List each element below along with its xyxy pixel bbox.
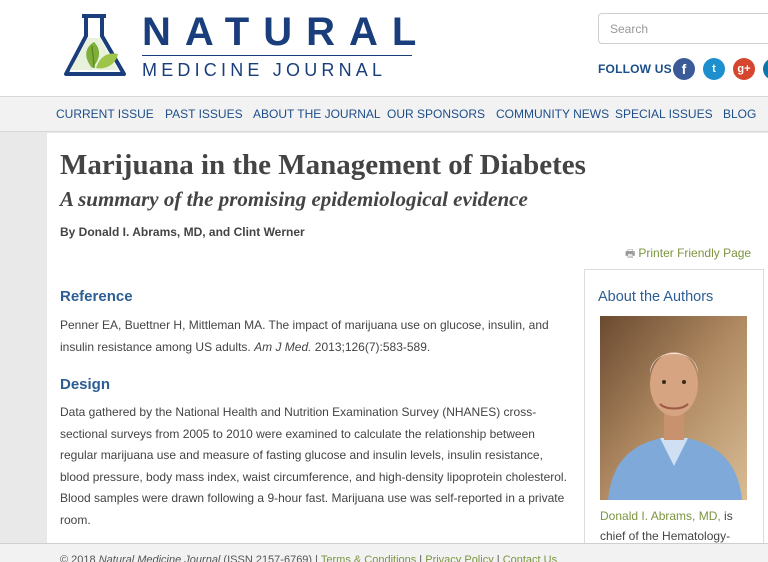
reference-text: Penner EA, Buettner H, Mittleman MA. The… [60, 315, 570, 358]
search-input[interactable] [598, 13, 768, 44]
article-subtitle: A summary of the promising epidemiologic… [60, 187, 528, 211]
article-content: Marijuana in the Management of Diabetes … [47, 133, 768, 543]
article-byline: By Donald I. Abrams, MD, and Clint Werne… [60, 225, 305, 239]
flask-leaf-logo-icon[interactable] [62, 12, 136, 80]
site-footer: © 2018 Natural Medicine Journal (ISSN 21… [0, 543, 768, 562]
design-text: Data gathered by the National Health and… [60, 405, 567, 527]
design-heading: Design [60, 376, 111, 393]
about-authors-panel: About the Authors Donald I. Abrams, MD, … [584, 269, 764, 543]
nav-about-the-journal[interactable]: ABOUT THE JOURNAL [253, 107, 381, 121]
author-photo [600, 316, 747, 500]
about-authors-heading: About the Authors [598, 289, 714, 305]
nav-past-issues[interactable]: PAST ISSUES [165, 107, 243, 121]
logo-subtitle[interactable]: MEDICINE JOURNAL [142, 60, 386, 80]
printer-friendly-label[interactable]: Printer Friendly Page [638, 246, 751, 260]
main-nav: CURRENT ISSUE PAST ISSUES ABOUT THE JOUR… [0, 96, 768, 132]
twitter-icon[interactable]: t [703, 58, 725, 80]
nav-our-sponsors[interactable]: OUR SPONSORS [387, 107, 485, 121]
author-bio: Donald I. Abrams, MD, is chief of the He… [600, 506, 755, 543]
footer-separator: | [493, 554, 503, 562]
logo-divider [142, 55, 412, 56]
footer-journal-name: Natural Medicine Journal [98, 554, 221, 562]
contact-link[interactable]: Contact Us [503, 554, 557, 562]
author-name-link[interactable]: Donald I. Abrams, MD, [600, 509, 721, 523]
footer-text: © 2018 Natural Medicine Journal (ISSN 21… [60, 554, 557, 562]
nav-blog[interactable]: BLOG [723, 107, 756, 121]
nav-special-issues[interactable]: SPECIAL ISSUES [615, 107, 713, 121]
reference-journal: Am J Med. [254, 339, 312, 354]
google-plus-icon[interactable]: g+ [733, 58, 755, 80]
article-title: Marijuana in the Management of Diabetes [60, 149, 586, 181]
facebook-icon[interactable]: f [673, 58, 695, 80]
nav-current-issue[interactable]: CURRENT ISSUE [56, 107, 154, 121]
linkedin-icon[interactable]: in [763, 58, 768, 80]
printer-friendly-link[interactable]: 🖶 Printer Friendly Page [625, 245, 751, 264]
logo-title[interactable]: NATURAL [142, 10, 430, 54]
reference-volume: 2013;126(7):583-589. [311, 339, 431, 354]
footer-issn: (ISSN 2157-6769) | [220, 554, 321, 562]
terms-link[interactable]: Terms & Conditions [321, 554, 416, 562]
footer-copyright: © 2018 [60, 554, 99, 562]
nav-community-news[interactable]: COMMUNITY NEWS [496, 107, 609, 121]
reference-heading: Reference [60, 288, 133, 305]
footer-separator: | [416, 554, 426, 562]
printer-icon[interactable]: 🖶 [625, 248, 635, 260]
site-header: NATURAL MEDICINE JOURNAL FOLLOW US f t g… [0, 0, 768, 96]
follow-us-label: FOLLOW US [598, 62, 672, 76]
privacy-link[interactable]: Privacy Policy [425, 554, 493, 562]
